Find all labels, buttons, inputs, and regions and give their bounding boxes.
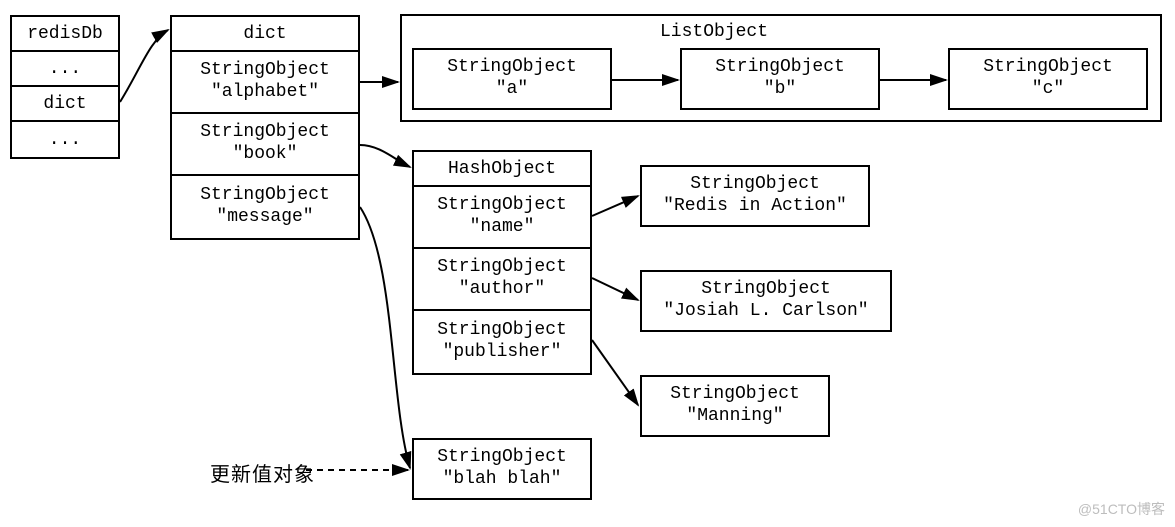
list-item-type: StringObject bbox=[715, 57, 845, 79]
dict-key-value: "alphabet" bbox=[211, 82, 319, 104]
hash-value-type: StringObject bbox=[701, 279, 831, 301]
hash-value-publisher: StringObject "Manning" bbox=[640, 375, 830, 437]
hash-key-type: StringObject bbox=[437, 257, 567, 279]
hash-key-type: StringObject bbox=[437, 195, 567, 217]
hash-value-text: "Manning" bbox=[686, 406, 783, 428]
hash-value-text: "Redis in Action" bbox=[663, 196, 847, 218]
hash-key-name: StringObject "name" bbox=[414, 187, 590, 249]
dict-key-type: StringObject bbox=[200, 60, 330, 82]
redisdb-row-dict: dict bbox=[12, 87, 118, 122]
redisdb-row-ellipsis2: ... bbox=[12, 122, 118, 157]
list-item-c: StringObject "c" bbox=[948, 48, 1148, 110]
hash-key-label: "publisher" bbox=[443, 342, 562, 364]
message-value-box: StringObject "blah blah" bbox=[412, 438, 592, 500]
hash-value-type: StringObject bbox=[690, 174, 820, 196]
hash-key-author: StringObject "author" bbox=[414, 249, 590, 311]
list-item-value: "b" bbox=[764, 79, 796, 101]
dict-key-type: StringObject bbox=[200, 185, 330, 207]
dict-key-alphabet: StringObject "alphabet" bbox=[172, 52, 358, 114]
hash-value-text: "Josiah L. Carlson" bbox=[663, 301, 868, 323]
redisdb-row-ellipsis: ... bbox=[12, 52, 118, 87]
hashobject-table: HashObject StringObject "name" StringObj… bbox=[412, 150, 592, 375]
watermark: @51CTO博客 bbox=[1078, 499, 1165, 519]
dict-key-message: StringObject "message" bbox=[172, 176, 358, 238]
hash-key-type: StringObject bbox=[437, 320, 567, 342]
list-item-b: StringObject "b" bbox=[680, 48, 880, 110]
hash-key-label: "author" bbox=[459, 279, 545, 301]
hash-value-type: StringObject bbox=[670, 384, 800, 406]
listobject-title: ListObject bbox=[660, 22, 768, 42]
list-item-a: StringObject "a" bbox=[412, 48, 612, 110]
dict-key-book: StringObject "book" bbox=[172, 114, 358, 176]
list-item-type: StringObject bbox=[447, 57, 577, 79]
dict-key-value: "message" bbox=[216, 207, 313, 229]
message-value-type: StringObject bbox=[437, 447, 567, 469]
dict-header: dict bbox=[172, 17, 358, 52]
redisdb-header: redisDb bbox=[12, 17, 118, 52]
hash-value-name: StringObject "Redis in Action" bbox=[640, 165, 870, 227]
update-value-annotation: 更新值对象 bbox=[210, 458, 315, 487]
dict-table: dict StringObject "alphabet" StringObjec… bbox=[170, 15, 360, 240]
list-item-type: StringObject bbox=[983, 57, 1113, 79]
hash-key-label: "name" bbox=[470, 217, 535, 239]
hash-key-publisher: StringObject "publisher" bbox=[414, 311, 590, 373]
message-value-text: "blah blah" bbox=[443, 469, 562, 491]
dict-key-value: "book" bbox=[233, 144, 298, 166]
hashobject-header: HashObject bbox=[414, 152, 590, 187]
dict-key-type: StringObject bbox=[200, 122, 330, 144]
list-item-value: "c" bbox=[1032, 79, 1064, 101]
redisdb-table: redisDb ... dict ... bbox=[10, 15, 120, 159]
hash-value-author: StringObject "Josiah L. Carlson" bbox=[640, 270, 892, 332]
list-item-value: "a" bbox=[496, 79, 528, 101]
